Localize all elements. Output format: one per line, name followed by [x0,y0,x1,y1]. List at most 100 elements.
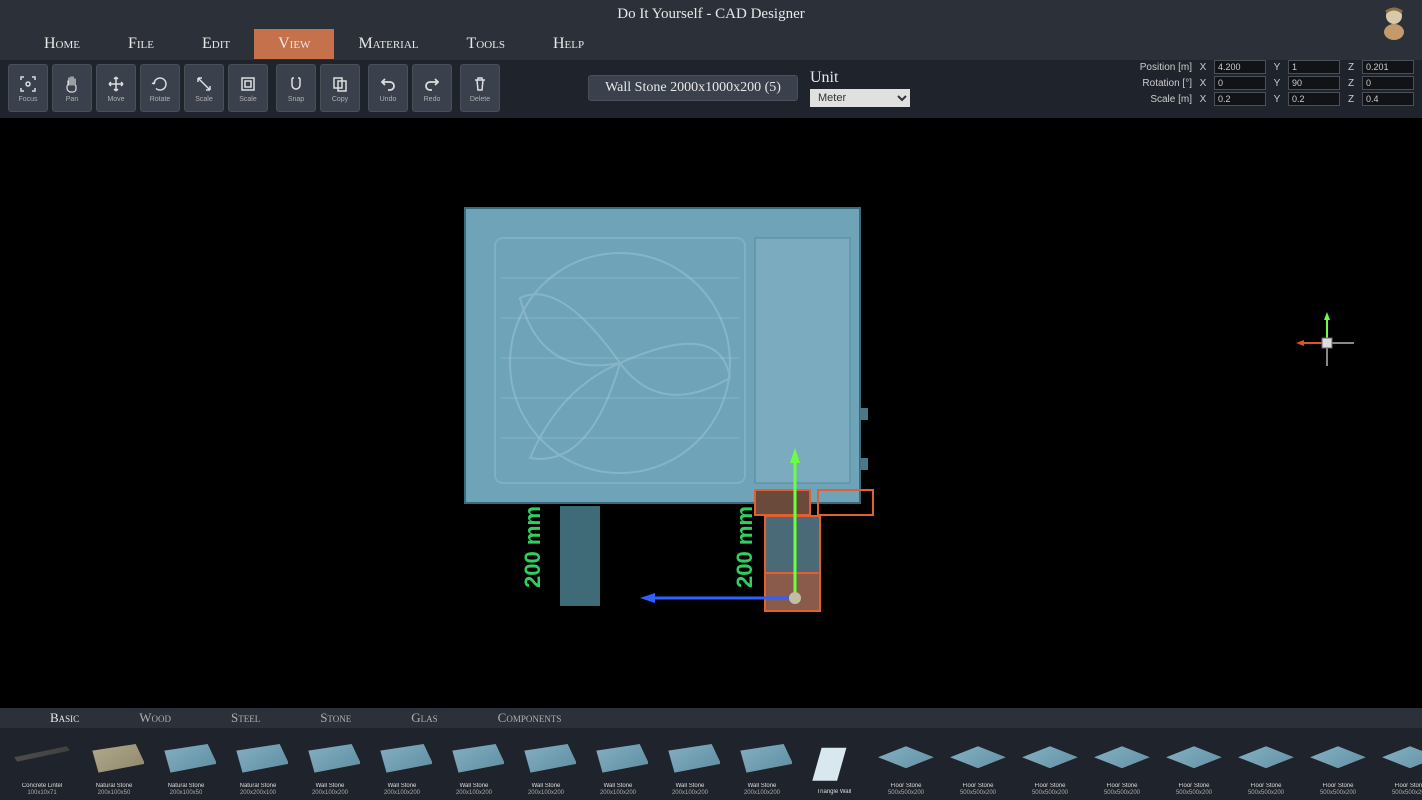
scale-z-input[interactable] [1362,92,1414,106]
asset-name: Natural Stone [80,783,148,790]
tool-move[interactable]: Move [96,64,136,112]
asset-item[interactable]: Wall Stone200x100x200 [584,732,652,796]
tab-basic[interactable]: Basic [20,708,109,728]
asset-thumbnail [1091,737,1153,781]
character-avatar [1374,2,1414,42]
asset-dimensions: 200x100x200 [672,790,708,796]
asset-library: Concrete Lintel100x10x71Natural Stone200… [0,728,1422,800]
asset-thumbnail [299,737,361,781]
scale-x-input[interactable] [1214,92,1266,106]
asset-name: Floor Stone [1016,783,1084,790]
tool-zoom-fit[interactable]: Scale [228,64,268,112]
tool-undo[interactable]: Undo [368,64,408,112]
asset-name: Concrete Lintel [8,783,76,790]
tab-stone[interactable]: Stone [290,708,381,728]
asset-item[interactable]: Natural Stone200x100x50 [152,732,220,796]
asset-item[interactable]: Floor Stone500x500x200 [1232,732,1300,796]
asset-dimensions: 200x100x200 [384,790,420,796]
position-label: Position [m] [1124,62,1192,73]
snap-icon [286,74,306,94]
asset-dimensions: 500x500x200 [1392,790,1422,796]
asset-name: Wall Stone [368,783,436,790]
asset-thumbnail [371,737,433,781]
asset-dimensions: 200x100x200 [600,790,636,796]
delete-icon [470,74,490,94]
scale-icon [194,74,214,94]
asset-item[interactable]: Wall Stone200x100x200 [512,732,580,796]
rotation-z-input[interactable] [1362,76,1414,90]
menu-view[interactable]: View [254,29,334,59]
asset-item[interactable]: Floor Stone500x500x200 [1376,732,1422,796]
asset-thumbnail [11,737,73,781]
asset-name: Floor Stone [1088,783,1156,790]
asset-item[interactable]: Natural Stone200x100x50 [80,732,148,796]
asset-name: Wall Stone [296,783,364,790]
dimension-b: 200 mm [732,506,757,588]
asset-dimensions: 200x100x200 [744,790,780,796]
rotate-icon [150,74,170,94]
asset-item[interactable]: Floor Stone500x500x200 [944,732,1012,796]
scale-label: Scale [m] [1124,94,1192,105]
asset-item[interactable]: Floor Stone500x500x200 [1160,732,1228,796]
asset-thumbnail [443,737,505,781]
asset-item[interactable]: Wall Stone200x100x200 [656,732,724,796]
app-title: Do It Yourself - CAD Designer [617,6,805,23]
tab-components[interactable]: Components [468,708,592,728]
viewport-3d[interactable]: 200 mm 200 mm [0,118,1422,708]
asset-name: Wall Stone [584,783,652,790]
menu-home[interactable]: Home [20,29,104,59]
asset-dimensions: 500x500x200 [1032,790,1068,796]
menu-help[interactable]: Help [529,29,608,59]
asset-thumbnail [803,743,865,787]
asset-item[interactable]: Triangle Wall [800,732,868,796]
tool-delete[interactable]: Delete [460,64,500,112]
asset-thumbnail [1235,737,1297,781]
tool-scale[interactable]: Scale [184,64,224,112]
focus-icon [18,74,38,94]
navigation-gizmo[interactable] [1292,308,1362,383]
asset-dimensions: 500x500x200 [888,790,924,796]
asset-item[interactable]: Wall Stone200x100x200 [728,732,796,796]
menu-file[interactable]: File [104,29,178,59]
tool-snap[interactable]: Snap [276,64,316,112]
asset-name: Wall Stone [656,783,724,790]
menu-bar: Home File Edit View Material Tools Help [0,28,1422,60]
asset-item[interactable]: Floor Stone500x500x200 [1088,732,1156,796]
tool-redo[interactable]: Redo [412,64,452,112]
rotation-y-input[interactable] [1288,76,1340,90]
asset-item[interactable]: Wall Stone200x100x200 [368,732,436,796]
scale-y-input[interactable] [1288,92,1340,106]
asset-item[interactable]: Wall Stone200x100x200 [440,732,508,796]
tool-rotate[interactable]: Rotate [140,64,180,112]
tab-steel[interactable]: Steel [201,708,290,728]
menu-tools[interactable]: Tools [443,29,530,59]
asset-item[interactable]: Natural Stone200x200x100 [224,732,292,796]
unit-select[interactable]: Meter [810,89,910,107]
asset-thumbnail [1379,737,1422,781]
asset-item[interactable]: Concrete Lintel100x10x71 [8,732,76,796]
asset-item[interactable]: Wall Stone200x100x200 [296,732,364,796]
position-z-input[interactable] [1362,60,1414,74]
asset-name: Floor Stone [944,783,1012,790]
redo-icon [422,74,442,94]
asset-thumbnail [875,737,937,781]
asset-name: Floor Stone [1160,783,1228,790]
position-x-input[interactable] [1214,60,1266,74]
position-y-input[interactable] [1288,60,1340,74]
tab-glass[interactable]: Glas [381,708,467,728]
tool-copy[interactable]: Copy [320,64,360,112]
tool-pan[interactable]: Pan [52,64,92,112]
menu-edit[interactable]: Edit [178,29,254,59]
asset-name: Wall Stone [728,783,796,790]
asset-thumbnail [1019,737,1081,781]
rotation-x-input[interactable] [1214,76,1266,90]
tab-wood[interactable]: Wood [109,708,201,728]
asset-item[interactable]: Floor Stone500x500x200 [1016,732,1084,796]
unit-label: Unit [810,69,910,87]
menu-material[interactable]: Material [334,29,442,59]
asset-item[interactable]: Floor Stone500x500x200 [872,732,940,796]
asset-item[interactable]: Floor Stone500x500x200 [1304,732,1372,796]
asset-thumbnail [947,737,1009,781]
tool-focus[interactable]: Focus [8,64,48,112]
selection-name-field[interactable]: Wall Stone 2000x1000x200 (5) [588,75,798,101]
